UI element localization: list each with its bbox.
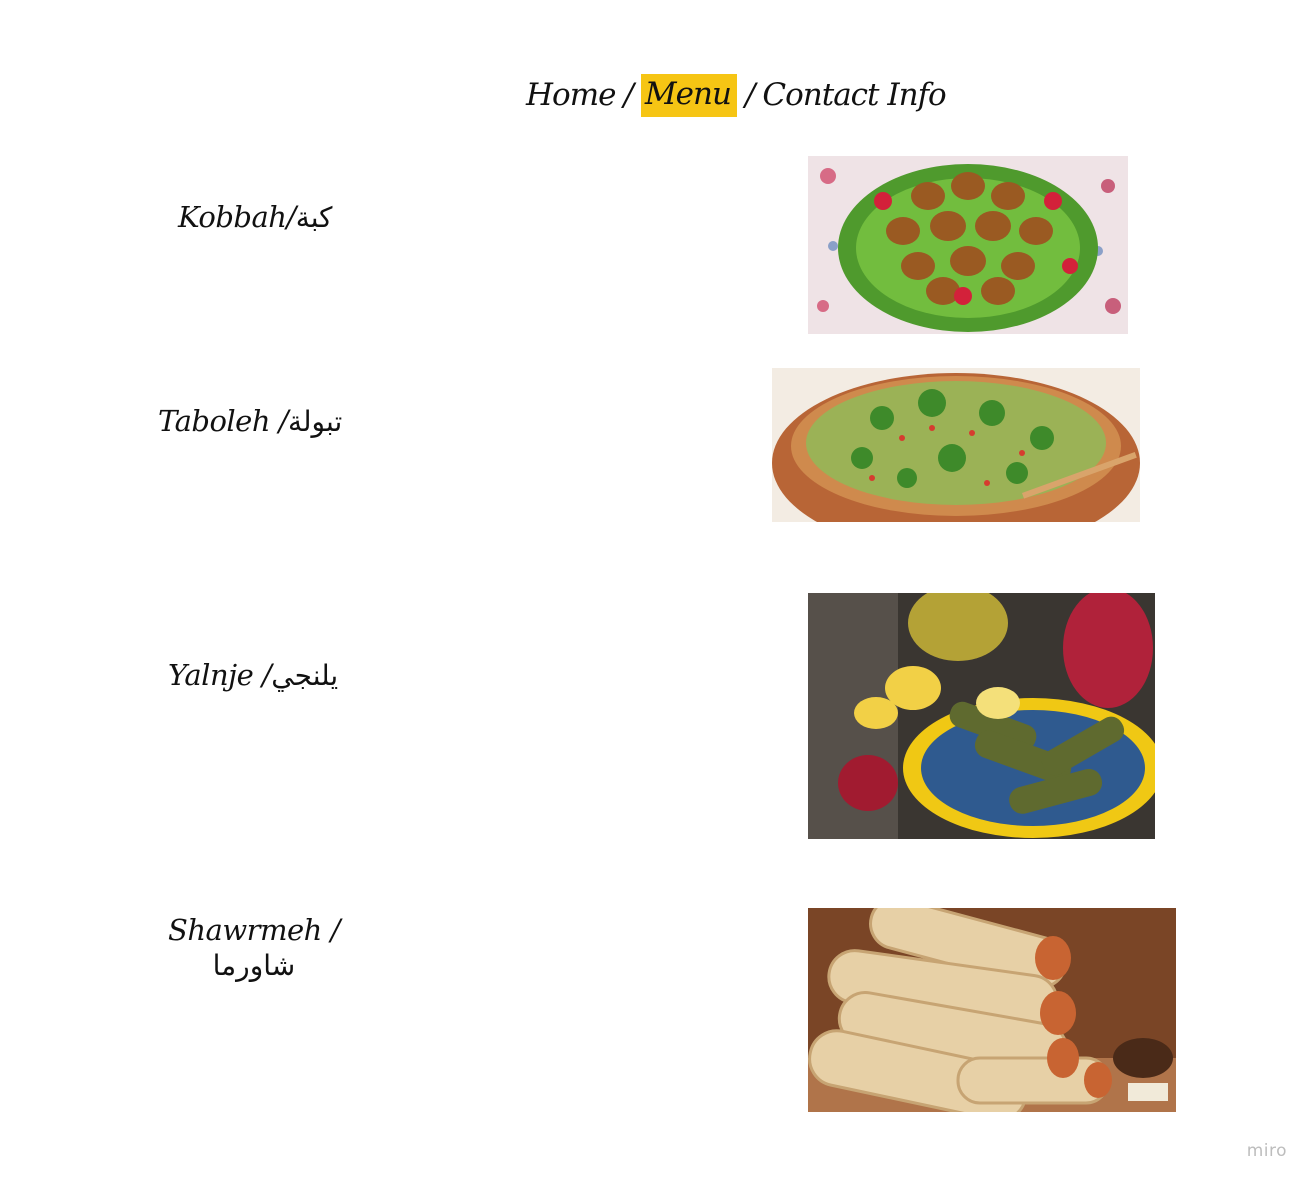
dish-label-taboleh: Taboleh /تبولة [158, 404, 343, 438]
dish-name-english: Yalnje / [168, 658, 272, 692]
top-navigation: Home / Menu / Contact Info [526, 72, 947, 118]
dish-name-arabic: تبولة [288, 405, 343, 438]
dish-name-arabic: شاورما [212, 949, 296, 983]
stuffed-grape-leaves-photo [808, 593, 1155, 839]
dish-name-english: Taboleh / [158, 404, 289, 438]
dish-name-english: Kobbah/ [178, 200, 296, 234]
kibbeh-photo [808, 156, 1128, 334]
dish-name-arabic: كبة [295, 201, 333, 234]
nav-separator: / [623, 77, 634, 113]
miro-watermark: miro [1246, 1141, 1287, 1161]
dish-label-shawrmeh: Shawrmeh / شاورما [168, 912, 340, 983]
tabbouleh-photo [772, 368, 1140, 522]
shawarma-photo [808, 908, 1176, 1112]
dish-name-arabic: يلنجي [271, 659, 339, 692]
nav-contact-link[interactable]: Contact Info [762, 77, 946, 113]
nav-separator: / [744, 77, 756, 113]
nav-menu-link[interactable]: Menu [640, 73, 737, 117]
nav-home-link[interactable]: Home [526, 77, 616, 113]
dish-label-yalnje: Yalnje /يلنجي [168, 658, 339, 692]
dish-name-english: Shawrmeh / [168, 913, 340, 947]
dish-label-kobbah: Kobbah/كبة [178, 200, 333, 234]
